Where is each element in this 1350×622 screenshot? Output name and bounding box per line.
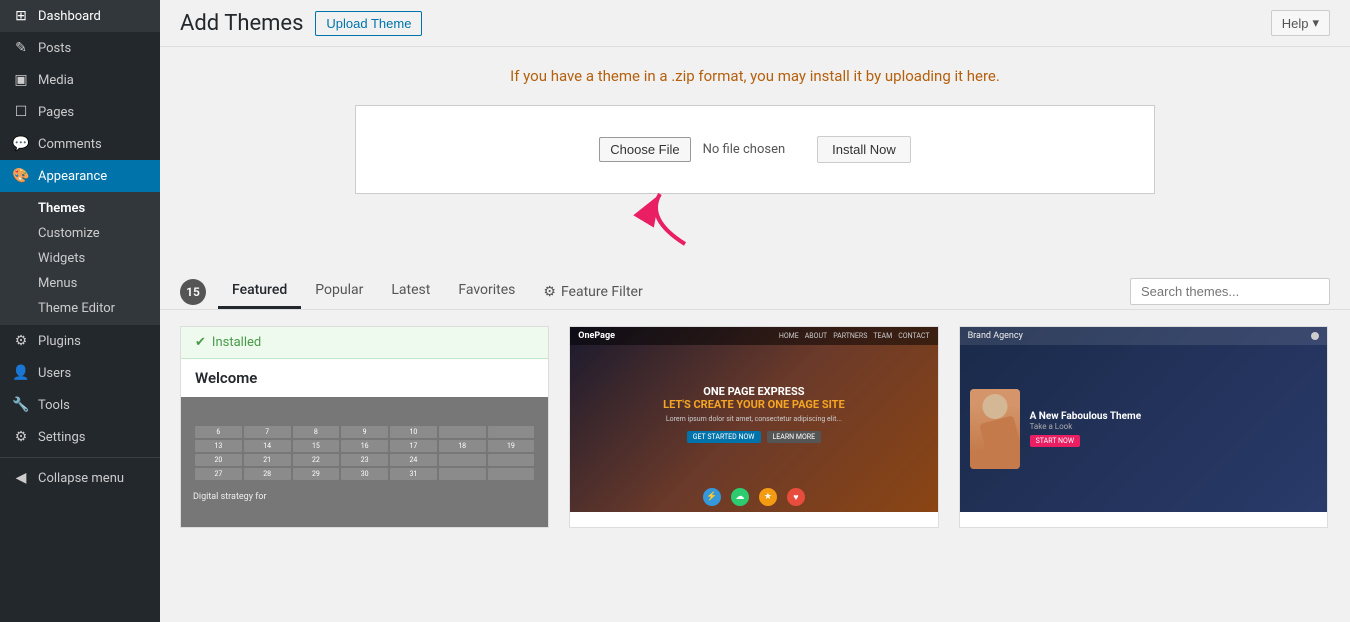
- checkmark-icon: ✔: [195, 335, 206, 350]
- theme-preview-welcome: 678910 13141516171819 2021222324 2728293…: [181, 397, 548, 527]
- theme-name-welcome: Welcome: [181, 359, 548, 397]
- tools-icon: 🔧: [12, 397, 30, 413]
- sidebar-item-comments[interactable]: 💬 Comments: [0, 128, 160, 160]
- onepage-icon-3: ★: [759, 488, 777, 506]
- sidebar-item-media[interactable]: ▣ Media: [0, 64, 160, 96]
- title-area: Add Themes Upload Theme: [180, 11, 422, 36]
- sidebar-sub-theme-editor[interactable]: Theme Editor: [0, 296, 160, 321]
- sidebar-item-posts[interactable]: ✎ Posts: [0, 32, 160, 64]
- sidebar-sub-themes[interactable]: Themes: [0, 196, 160, 221]
- tabs-bar: 15 Featured Popular Latest Favorites ⚙ F…: [180, 274, 1330, 309]
- sidebar-item-label: Plugins: [38, 334, 81, 349]
- sidebar-item-users[interactable]: 👤 Users: [0, 357, 160, 389]
- installed-badge: ✔ Installed: [181, 327, 548, 359]
- users-icon: 👤: [12, 365, 30, 381]
- tab-popular[interactable]: Popular: [301, 274, 377, 309]
- media-icon: ▣: [12, 72, 30, 88]
- comments-icon: 💬: [12, 136, 30, 152]
- dashboard-icon: ⊞: [12, 8, 30, 24]
- main-content: Add Themes Upload Theme Help ▾ If you ha…: [160, 0, 1350, 622]
- collapse-icon: ◀: [12, 470, 30, 486]
- sidebar-item-label: Comments: [38, 137, 102, 152]
- onepage-nav: HOMEABOUTPARTNERSTEAMCONTACT: [779, 332, 930, 340]
- arrow-indicator: [355, 194, 1155, 254]
- help-label: Help: [1282, 16, 1309, 31]
- sidebar-item-label: Posts: [38, 41, 71, 56]
- sidebar: ⊞ Dashboard ✎ Posts ▣ Media ☐ Pages 💬 Co…: [0, 0, 160, 622]
- themes-search-area: [1130, 278, 1330, 305]
- onepage-subtitle: LET'S CREATE YOUR ONE PAGE SITE: [663, 398, 845, 411]
- sidebar-item-pages[interactable]: ☐ Pages: [0, 96, 160, 128]
- themes-count: 15: [180, 279, 206, 305]
- theme-card-brand[interactable]: Brand Agency: [959, 326, 1328, 528]
- no-file-text: No file chosen: [703, 142, 786, 157]
- sidebar-item-label: Appearance: [38, 169, 107, 184]
- tab-feature-filter[interactable]: ⚙ Feature Filter: [529, 276, 656, 308]
- sidebar-item-appearance[interactable]: 🎨 Appearance: [0, 160, 160, 192]
- onepage-icon-2: ☁: [731, 488, 749, 506]
- onepage-desc: Lorem ipsum dolor sit amet, consectetur …: [666, 415, 842, 423]
- sidebar-item-label: Media: [38, 73, 74, 88]
- brand-title: A New Faboulous Theme: [1030, 411, 1317, 422]
- upload-theme-button[interactable]: Upload Theme: [315, 11, 422, 36]
- theme-preview-brand: Brand Agency: [960, 327, 1327, 512]
- sidebar-collapse[interactable]: ◀ Collapse menu: [0, 462, 160, 494]
- brand-logo: Brand Agency: [968, 331, 1023, 341]
- theme-card-onepage[interactable]: OnePage HOMEABOUTPARTNERSTEAMCONTACT ONE…: [569, 326, 938, 528]
- appearance-icon: 🎨: [12, 168, 30, 184]
- tab-featured[interactable]: Featured: [218, 274, 301, 309]
- sidebar-sub-widgets[interactable]: Widgets: [0, 246, 160, 271]
- sidebar-sub-menus[interactable]: Menus: [0, 271, 160, 296]
- collapse-label: Collapse menu: [38, 471, 124, 486]
- brand-cta: START NOW: [1030, 435, 1080, 447]
- onepage-icon-1: ⚡: [703, 488, 721, 506]
- feature-filter-label: Feature Filter: [561, 284, 643, 300]
- sidebar-item-settings[interactable]: ⚙ Settings: [0, 421, 160, 453]
- brand-person-image: [970, 389, 1020, 469]
- chevron-down-icon: ▾: [1312, 15, 1319, 31]
- theme-preview-text: Digital strategy for: [187, 488, 542, 506]
- sidebar-sub-customize[interactable]: Customize: [0, 221, 160, 246]
- tabs-section: 15 Featured Popular Latest Favorites ⚙ F…: [160, 264, 1350, 310]
- themes-grid: ✔ Installed Welcome 678910 1314151617181…: [160, 310, 1350, 544]
- pages-icon: ☐: [12, 104, 30, 120]
- theme-preview-onepage: OnePage HOMEABOUTPARTNERSTEAMCONTACT ONE…: [570, 327, 937, 512]
- sidebar-item-plugins[interactable]: ⚙ Plugins: [0, 325, 160, 357]
- sidebar-item-label: Tools: [38, 398, 70, 413]
- settings-icon: ⚙: [12, 429, 30, 445]
- sidebar-item-label: Settings: [38, 430, 85, 445]
- theme-card-welcome[interactable]: ✔ Installed Welcome 678910 1314151617181…: [180, 326, 549, 528]
- sidebar-item-label: Pages: [38, 105, 74, 120]
- choose-file-button[interactable]: Choose File: [599, 137, 690, 162]
- help-button[interactable]: Help ▾: [1271, 10, 1330, 36]
- search-themes-input[interactable]: [1130, 278, 1330, 305]
- posts-icon: ✎: [12, 40, 30, 56]
- sidebar-item-dashboard[interactable]: ⊞ Dashboard: [0, 0, 160, 32]
- plugins-icon: ⚙: [12, 333, 30, 349]
- onepage-logo: OnePage: [578, 331, 615, 341]
- tab-latest[interactable]: Latest: [377, 274, 444, 309]
- tab-favorites[interactable]: Favorites: [444, 274, 529, 309]
- sidebar-item-label: Dashboard: [38, 9, 101, 24]
- gear-icon: ⚙: [543, 284, 556, 300]
- onepage-icon-4: ♥: [787, 488, 805, 506]
- sidebar-divider: [0, 457, 160, 458]
- sidebar-item-label: Users: [38, 366, 71, 381]
- install-now-button[interactable]: Install Now: [817, 136, 911, 163]
- upload-box: Choose File No file chosen Install Now: [355, 105, 1155, 194]
- content-area: If you have a theme in a .zip format, yo…: [160, 47, 1350, 622]
- installed-label: Installed: [212, 335, 261, 350]
- upload-section: If you have a theme in a .zip format, yo…: [160, 47, 1350, 264]
- brand-subtitle: Take a Look: [1030, 422, 1317, 431]
- page-header: Add Themes Upload Theme Help ▾: [160, 0, 1350, 47]
- onepage-title: ONE PAGE EXPRESS: [703, 385, 804, 398]
- page-title: Add Themes: [180, 11, 303, 36]
- appearance-submenu: Themes Customize Widgets Menus Theme Edi…: [0, 192, 160, 325]
- upload-info-text: If you have a theme in a .zip format, yo…: [180, 67, 1330, 85]
- sidebar-item-tools[interactable]: 🔧 Tools: [0, 389, 160, 421]
- arrow-svg: [625, 189, 705, 249]
